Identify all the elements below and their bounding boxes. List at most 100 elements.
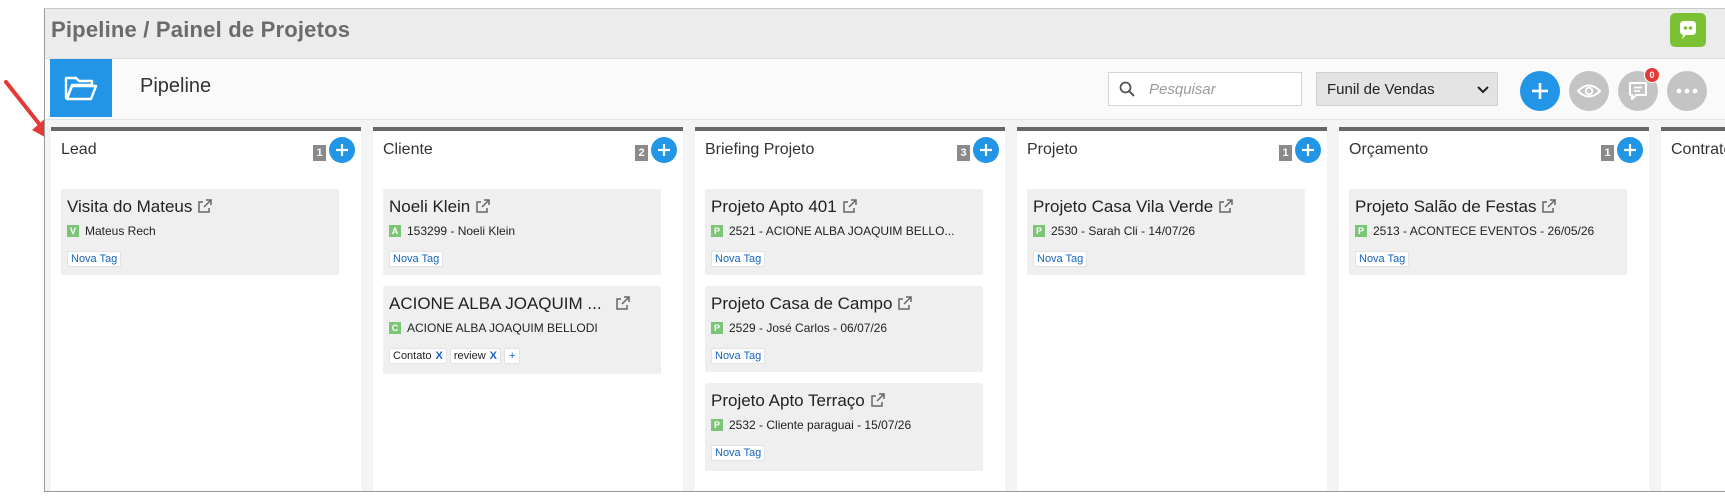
app-window: Pipeline / Painel de Projetos Pipeline P… xyxy=(44,8,1725,492)
external-link-icon[interactable] xyxy=(1219,198,1233,218)
remove-tag-button[interactable]: X xyxy=(436,350,443,362)
card-type-badge: P xyxy=(1355,225,1367,237)
eye-icon xyxy=(1577,84,1601,98)
tag[interactable]: Nova Tag xyxy=(1033,251,1088,267)
card-title: ACIONE ALBA JOAQUIM ... xyxy=(389,294,602,313)
add-card-button[interactable] xyxy=(973,137,999,163)
external-link-icon[interactable] xyxy=(198,198,213,218)
more-icon xyxy=(1676,88,1698,94)
funnel-select[interactable]: Funil de Vendas xyxy=(1316,72,1498,106)
add-card-button[interactable] xyxy=(1617,137,1643,163)
card-type-badge: P xyxy=(711,322,723,334)
column-count: 3 xyxy=(957,145,970,161)
deal-card[interactable]: ACIONE ALBA JOAQUIM ... C ACIONE ALBA JOA… xyxy=(383,286,661,374)
add-tag-button[interactable]: + xyxy=(504,348,521,364)
card-subtitle: 2513 - ACONTECE EVENTOS - 26/05/26 xyxy=(1373,224,1595,238)
column-count: 1 xyxy=(1279,145,1292,161)
card-subtitle: 2521 - ACIONE ALBA JOAQUIM BELLO... xyxy=(729,224,955,238)
card-subtitle: 153299 - Noeli Klein xyxy=(407,224,516,238)
external-link-icon[interactable] xyxy=(898,295,913,315)
tag[interactable]: Nova Tag xyxy=(1355,251,1410,267)
tag[interactable]: Nova Tag xyxy=(389,251,444,267)
external-link-icon[interactable] xyxy=(1542,198,1557,218)
notification-badge: 0 xyxy=(1644,67,1660,83)
card-title: Projeto Casa de Campo xyxy=(711,294,893,313)
column-title: Lead xyxy=(61,141,97,158)
breadcrumb: Pipeline / Painel de Projetos xyxy=(51,17,351,42)
messages-button[interactable]: 0 xyxy=(1618,67,1660,111)
column-title: Cliente xyxy=(383,141,433,158)
card-title: Projeto Casa Vila Verde xyxy=(1033,197,1214,216)
deal-card[interactable]: Projeto Apto Terraço P 2532 - Cliente par… xyxy=(705,383,983,471)
funnel-select-value: Funil de Vendas xyxy=(1327,80,1435,98)
card-type-badge: P xyxy=(711,225,723,237)
plus-icon xyxy=(1302,144,1314,156)
external-link-icon[interactable] xyxy=(476,198,491,218)
card-subtitle: 2529 - José Carlos - 06/07/26 xyxy=(729,321,888,335)
chat-icon xyxy=(1629,82,1647,100)
column-title: Orçamento xyxy=(1349,141,1429,158)
tag[interactable]: Nova Tag xyxy=(711,348,766,364)
external-link-icon[interactable] xyxy=(870,392,885,412)
tag[interactable]: Nova Tag xyxy=(67,251,122,267)
column-count: 2 xyxy=(635,145,648,161)
card-subtitle: ACIONE ALBA JOAQUIM BELLODI xyxy=(407,321,598,335)
search-input[interactable]: Pesquisar xyxy=(1108,72,1302,106)
tag[interactable]: Contato X xyxy=(389,348,447,364)
add-card-button[interactable] xyxy=(1295,137,1321,163)
deal-card[interactable]: Visita do Mateus V Mateus Rech Nova Tag xyxy=(61,189,339,275)
tag[interactable]: Nova Tag xyxy=(711,251,766,267)
card-title: Noeli Klein xyxy=(389,197,471,216)
column-briefing-projeto: Briefing Projeto 3 Projeto Apto 401 P 252… xyxy=(695,127,1005,491)
tag[interactable]: Nova Tag xyxy=(711,445,766,461)
page-title: Pipeline xyxy=(140,75,212,97)
column-orcamento: Orçamento 1 Projeto Salão de Festas P 251… xyxy=(1339,127,1649,491)
column-cliente: Cliente 2 Noeli Klein A 153299 - Noeli Kl… xyxy=(373,127,683,491)
tag[interactable]: review X xyxy=(449,348,502,364)
column-contrato: Contrato xyxy=(1661,127,1725,491)
column-lead: Lead 1 Visita do Mateus V Mateus Rech Nov… xyxy=(51,127,361,491)
card-type-badge: A xyxy=(389,225,401,237)
plus-icon xyxy=(336,144,348,156)
add-card-button[interactable] xyxy=(651,137,677,163)
external-link-icon[interactable] xyxy=(615,295,630,315)
deal-card[interactable]: Projeto Casa Vila Verde P 2530 - Sarah Cl… xyxy=(1027,189,1305,275)
deal-card[interactable]: Projeto Casa de Campo P 2529 - José Carlo… xyxy=(705,286,983,372)
card-subtitle: 2532 - Cliente paraguai - 15/07/26 xyxy=(729,418,912,432)
view-button[interactable] xyxy=(1569,71,1609,111)
search-placeholder: Pesquisar xyxy=(1149,80,1216,98)
add-button[interactable] xyxy=(1520,71,1560,111)
plus-icon xyxy=(658,144,670,156)
column-count: 1 xyxy=(1601,145,1614,161)
card-type-badge: P xyxy=(711,419,723,431)
deal-card[interactable]: Noeli Klein A 153299 - Noeli Klein Nova T… xyxy=(383,189,661,275)
more-button[interactable] xyxy=(1667,71,1707,111)
plus-icon xyxy=(980,144,992,156)
search-icon xyxy=(1119,80,1137,98)
toolbar: Pipeline Pesquisar Funil de Vendas 0 xyxy=(45,59,1725,120)
kanban-board: Lead 1 Visita do Mateus V Mateus Rech Nov… xyxy=(45,127,1725,491)
card-title: Visita do Mateus xyxy=(67,197,193,216)
card-subtitle: Mateus Rech xyxy=(85,224,156,238)
add-card-button[interactable] xyxy=(329,137,355,163)
deal-card[interactable]: Projeto Salão de Festas P 2513 - ACONTECE… xyxy=(1349,189,1627,275)
card-subtitle: 2530 - Sarah Cli - 14/07/26 xyxy=(1051,224,1196,238)
deal-card[interactable]: Projeto Apto 401 P 2521 - ACIONE ALBA JOA… xyxy=(705,189,983,275)
card-type-badge: C xyxy=(389,322,401,334)
chevron-down-icon xyxy=(1477,81,1489,98)
card-title: Projeto Salão de Festas xyxy=(1355,197,1537,216)
card-title: Projeto Apto Terraço xyxy=(711,391,865,410)
column-count: 1 xyxy=(313,145,326,161)
card-type-badge: V xyxy=(67,225,79,237)
chat-bot-icon[interactable] xyxy=(1670,13,1706,47)
column-title: Briefing Projeto xyxy=(705,141,815,158)
plus-icon xyxy=(1624,144,1636,156)
add-icon xyxy=(1532,83,1548,99)
card-type-badge: P xyxy=(1033,225,1045,237)
column-title: Projeto xyxy=(1027,141,1078,158)
top-bar: Pipeline / Painel de Projetos xyxy=(45,9,1725,59)
column-title: Contrato xyxy=(1671,141,1725,158)
remove-tag-button[interactable]: X xyxy=(490,350,497,362)
column-projeto: Projeto 1 Projeto Casa Vila Verde P 2530 … xyxy=(1017,127,1327,491)
external-link-icon[interactable] xyxy=(842,198,857,218)
